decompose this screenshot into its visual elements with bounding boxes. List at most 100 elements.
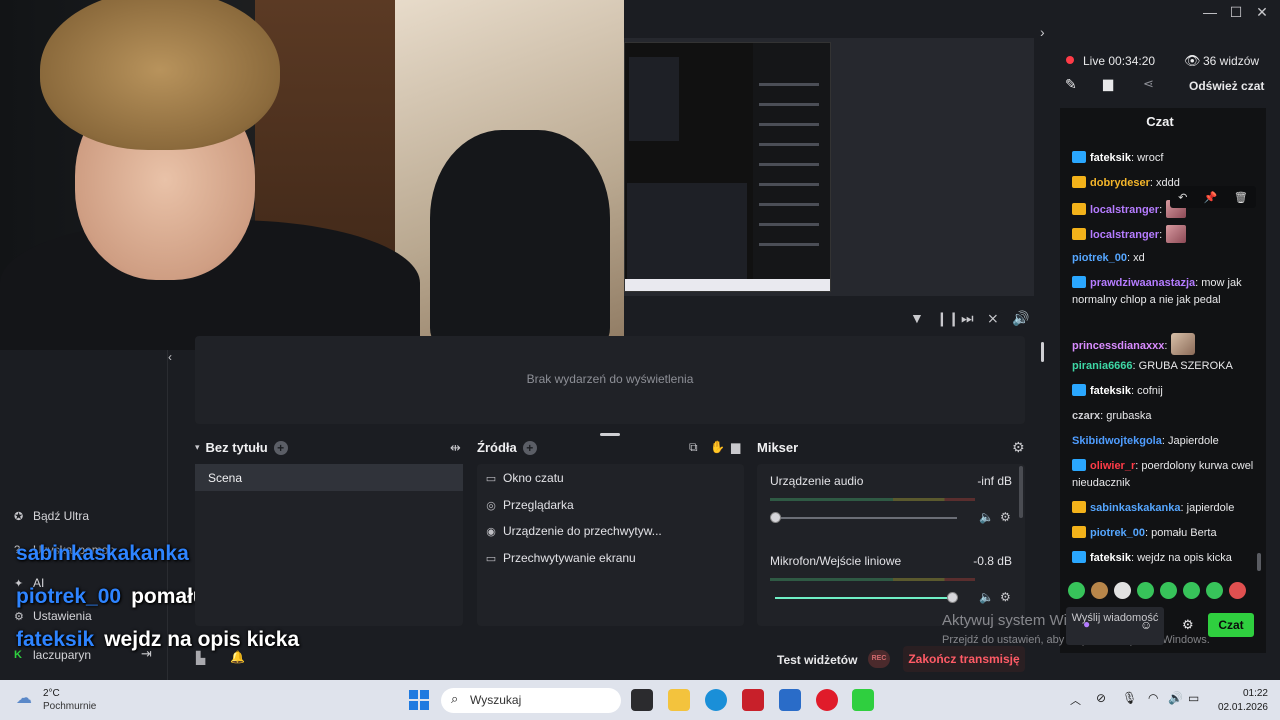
chat-send-button[interactable]: Czat: [1208, 613, 1254, 637]
volume-slider[interactable]: [775, 592, 958, 603]
emote-icon[interactable]: [1229, 582, 1246, 599]
skip-icon[interactable]: ⏭: [961, 310, 974, 327]
scene-transition-icon[interactable]: ⇹: [450, 440, 461, 456]
chat-message[interactable]: fateksik: wejdz na opis kicka: [1072, 550, 1257, 567]
chat-message[interactable]: fateksik: cofnij: [1072, 383, 1257, 400]
volume-icon[interactable]: 🔊: [1012, 310, 1029, 327]
collapse-panel-icon[interactable]: ›: [1040, 24, 1045, 40]
add-scene-icon[interactable]: +: [273, 440, 288, 455]
start-button[interactable]: [409, 690, 429, 710]
chat-settings-icon[interactable]: ⚙: [1182, 617, 1194, 633]
chevron-left-icon[interactable]: ‹: [168, 350, 172, 364]
chat-username[interactable]: fateksik: [1090, 552, 1131, 564]
file-explorer-icon[interactable]: [668, 689, 690, 711]
chat-username[interactable]: Skibidwojtekgola: [1072, 435, 1162, 447]
taskbar-search[interactable]: Wyszukaj: [441, 688, 621, 713]
source-group-icon[interactable]: ⧉: [689, 440, 698, 455]
rec-button[interactable]: REC: [868, 650, 890, 668]
opera-icon[interactable]: [816, 689, 838, 711]
share-icon[interactable]: ⋖: [1143, 76, 1154, 92]
chat-message[interactable]: piotrek_00: pomału Berta: [1072, 525, 1257, 542]
edge-icon[interactable]: [705, 689, 727, 711]
pin-icon[interactable]: 📌: [1204, 191, 1218, 204]
stats-icon[interactable]: ▙: [196, 651, 205, 665]
volume-tray-icon[interactable]: 🔊: [1168, 691, 1183, 705]
network-off-icon[interactable]: ⊘: [1096, 691, 1106, 705]
sidebar-item-settings[interactable]: ⚙ Ustawienia: [14, 609, 92, 623]
taskbar-clock[interactable]: 01:22 02.01.2026: [1218, 687, 1268, 715]
chat-username[interactable]: localstranger: [1090, 229, 1159, 241]
channel-settings-icon[interactable]: ⚙: [1000, 510, 1011, 524]
chat-message[interactable]: czarx: grubaska: [1072, 408, 1257, 425]
chat-scrollbar[interactable]: [1257, 553, 1261, 571]
store-icon[interactable]: [779, 689, 801, 711]
chat-username[interactable]: piotrek_00: [1072, 252, 1127, 264]
minimize-button[interactable]: —: [1200, 2, 1220, 22]
chat-message[interactable]: oliwier_r: poerdolony kurwa cwel nieudac…: [1072, 458, 1257, 492]
emote-icon[interactable]: [1114, 582, 1131, 599]
delete-icon[interactable]: 🗑: [1234, 191, 1248, 204]
chat-message[interactable]: Skibidwojtekgola: Japierdole: [1072, 433, 1257, 450]
close-button[interactable]: ✕: [1252, 2, 1272, 22]
chat-username[interactable]: oliwier_r: [1090, 460, 1135, 472]
chat-message[interactable]: princessdianaxxx:: [1072, 333, 1257, 355]
refresh-chat-button[interactable]: Odśwież czat: [1189, 79, 1264, 93]
chat-username[interactable]: fateksik: [1090, 152, 1131, 164]
emote-icon[interactable]: [1068, 582, 1085, 599]
undo-icon[interactable]: ↶: [1178, 191, 1187, 204]
filter-icon[interactable]: ▼: [910, 310, 924, 326]
streamlabs-icon[interactable]: [852, 689, 874, 711]
mute-alerts-icon[interactable]: ⨯: [987, 310, 999, 327]
chat-message[interactable]: prawdziwaanastazja: mow jak normalny chl…: [1072, 275, 1257, 309]
channel-settings-icon[interactable]: ⚙: [1000, 590, 1011, 604]
folder-icon[interactable]: ▆: [731, 440, 740, 454]
volume-slider[interactable]: [770, 512, 957, 523]
chat-message[interactable]: sabinkaskakanka: japierdole: [1072, 500, 1257, 517]
end-stream-button[interactable]: Zakończ transmisję: [903, 646, 1025, 672]
chat-username[interactable]: prawdziwaanastazja: [1090, 277, 1195, 289]
wifi-icon[interactable]: ◠: [1148, 691, 1158, 705]
speaker-icon[interactable]: 🔈: [979, 590, 994, 604]
weather-temperature[interactable]: 2°C: [43, 688, 60, 699]
mic-tray-icon[interactable]: 🎙: [1122, 691, 1137, 705]
pause-icon[interactable]: ❙❙: [936, 310, 959, 327]
chat-message[interactable]: localstranger:: [1072, 225, 1257, 244]
chat-message[interactable]: fateksik: wrocf: [1072, 150, 1257, 167]
emoji-icon[interactable]: ☺: [1140, 618, 1152, 632]
emote-icon[interactable]: [1183, 582, 1200, 599]
chat-username[interactable]: dobrydeser: [1090, 177, 1150, 189]
emote-icon[interactable]: [1091, 582, 1108, 599]
dashboard-icon[interactable]: ▆: [1103, 76, 1113, 92]
mixer-settings-icon[interactable]: ⚙: [1012, 439, 1025, 456]
maximize-button[interactable]: ☐: [1226, 2, 1246, 22]
weather-description[interactable]: Pochmurnie: [43, 701, 96, 712]
source-item[interactable]: ▭ Przechwytywanie ekranu: [485, 551, 636, 565]
chat-username[interactable]: fateksik: [1090, 385, 1131, 397]
chat-username[interactable]: sabinkaskakanka: [1090, 502, 1181, 514]
chat-username[interactable]: princessdianaxxx: [1072, 340, 1164, 352]
magic-icon[interactable]: ✋: [710, 440, 725, 454]
speaker-icon[interactable]: 🔈: [979, 510, 994, 524]
task-view-icon[interactable]: [631, 689, 653, 711]
panel-drag-handle[interactable]: [600, 433, 620, 436]
edit-icon[interactable]: ✎: [1065, 76, 1077, 93]
chevron-up-icon[interactable]: ︿: [1070, 692, 1081, 708]
notifications-icon[interactable]: 🔔: [230, 650, 245, 664]
chat-username[interactable]: localstranger: [1090, 204, 1159, 216]
source-item[interactable]: ▭ Okno czatu: [485, 471, 564, 485]
emote-icon[interactable]: [1137, 582, 1154, 599]
resize-grip[interactable]: [1041, 342, 1044, 362]
sidebar-item-ultra[interactable]: ✪ Bądź Ultra: [14, 509, 89, 523]
chat-username[interactable]: pirania6666: [1072, 360, 1133, 372]
scene-item[interactable]: Scena: [195, 464, 463, 491]
mic-icon[interactable]: ●: [1083, 617, 1090, 631]
mixer-scrollbar[interactable]: [1019, 466, 1023, 518]
battery-icon[interactable]: ▭: [1188, 691, 1199, 705]
chat-message[interactable]: piotrek_00: xd: [1072, 250, 1257, 267]
emote-icon[interactable]: [1206, 582, 1223, 599]
emote-icon[interactable]: [1160, 582, 1177, 599]
antivirus-icon[interactable]: [742, 689, 764, 711]
chevron-down-icon[interactable]: ▾: [195, 442, 200, 453]
chat-username[interactable]: piotrek_00: [1090, 527, 1145, 539]
chat-username[interactable]: czarx: [1072, 410, 1100, 422]
